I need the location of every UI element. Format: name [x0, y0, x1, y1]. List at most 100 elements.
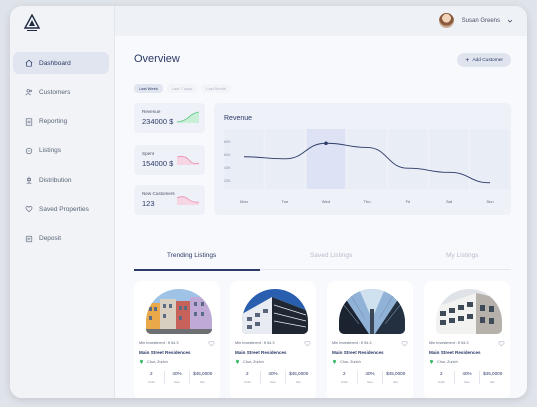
stat-label: Revenue: [142, 109, 161, 114]
listing-metrics: 2 Units 40% Gen $45,0000 Etc: [429, 371, 505, 384]
metric-units: 2 Units: [429, 371, 455, 384]
sidebar-item-listings[interactable]: Listings: [13, 140, 109, 162]
sidebar-item-label: Customers: [39, 88, 71, 96]
sidebar-item-customers[interactable]: Customers: [13, 81, 109, 103]
page-title: Overview: [134, 53, 180, 65]
revenue-line-chart: 80K 60K 40K 20K Mon Tue Wed Thu Fri Sat Sun: [224, 129, 510, 204]
sidebar-item-saved-properties[interactable]: Saved Properties: [13, 198, 109, 220]
metric-value: $45,0000: [483, 371, 503, 376]
active-tab-indicator: [134, 268, 260, 271]
metric-etc: $45,0000 Etc: [190, 371, 215, 384]
listing-metrics: 2 Units 40% Gen $45,0000 Etc: [235, 371, 311, 384]
metric-label: Etc: [393, 380, 398, 384]
heart-icon[interactable]: [208, 340, 215, 347]
metric-gen: 40% Gen: [358, 371, 384, 384]
app-window: Dashboard Customers Reporting Listings D…: [10, 6, 527, 398]
user-menu[interactable]: Susan Greens: [438, 13, 513, 28]
metric-label: Etc: [296, 380, 301, 384]
logo-icon[interactable]: [23, 13, 41, 32]
listing-name: Main Street Residences: [429, 350, 481, 355]
sidebar-item-deposit[interactable]: Deposit: [13, 228, 109, 250]
listing-metrics: 2 Units 40% Gen $45,0000 Etc: [139, 371, 215, 384]
add-customer-button[interactable]: + Add Customer: [457, 53, 511, 67]
y-tick-label: 80K: [224, 140, 231, 144]
y-tick-label: 40K: [224, 166, 231, 170]
listing-location: Chur, Zurich: [139, 359, 168, 364]
filter-last-week[interactable]: Last Week: [134, 84, 163, 93]
heart-icon[interactable]: [304, 340, 311, 347]
location-pin-icon: [235, 359, 240, 364]
date-filters: Last Week Last 7 days Last Month: [134, 84, 232, 93]
plus-icon: +: [465, 56, 470, 64]
min-investment: Min Investment : ¥ 54.3: [235, 341, 275, 345]
avatar[interactable]: [438, 13, 454, 28]
metric-label: Gen: [270, 380, 276, 384]
heart-icon[interactable]: [401, 340, 408, 347]
tab-saved-listings[interactable]: Saved Listings: [310, 252, 352, 259]
property-photo: [146, 289, 212, 334]
metric-value: 2: [246, 371, 249, 376]
tab-my-listings[interactable]: My Listings: [446, 252, 479, 259]
metric-label: Etc: [200, 380, 205, 384]
top-bar: Susan Greens: [115, 6, 527, 36]
trend-down-icon: [177, 196, 199, 205]
listing-metrics: 2 Units 40% Gen $45,0000 Etc: [332, 371, 408, 384]
listing-location: Chur, Zurich: [235, 359, 264, 364]
location-pin-icon: [332, 359, 337, 364]
metric-units: 2 Units: [139, 371, 165, 384]
property-photo: [242, 289, 308, 334]
metric-value: 40%: [365, 371, 375, 376]
metric-label: Gen: [464, 380, 470, 384]
sidebar-item-dashboard[interactable]: Dashboard: [13, 52, 109, 74]
location-text: Chur, Zurich: [243, 359, 264, 364]
distribution-icon: [25, 176, 33, 184]
y-tick-label: 20K: [224, 179, 231, 183]
stat-value: 123: [142, 199, 155, 208]
sidebar-item-label: Distribution: [39, 176, 72, 184]
listing-name: Main Street Residences: [235, 350, 287, 355]
metric-value: 2: [150, 371, 153, 376]
sidebar-item-distribution[interactable]: Distribution: [13, 169, 109, 191]
listing-location: Chur, Zurich: [332, 359, 361, 364]
filter-last-7-days[interactable]: Last 7 days: [166, 84, 198, 93]
listing-card[interactable]: Min Investment : ¥ 54.3 Main Street Resi…: [230, 281, 316, 398]
listing-location: Chur, Zurich: [429, 359, 458, 364]
metric-label: Gen: [174, 380, 180, 384]
chevron-down-icon[interactable]: [507, 18, 513, 24]
metric-value: $45,0000: [289, 371, 309, 376]
metric-value: 40%: [462, 371, 472, 376]
column-band: [388, 129, 428, 189]
metric-value: 40%: [172, 371, 182, 376]
listing-card[interactable]: Min Investment : ¥ 54.3 Main Street Resi…: [327, 281, 413, 398]
listing-name: Main Street Residences: [332, 350, 384, 355]
location-pin-icon: [139, 359, 144, 364]
user-name: Susan Greens: [461, 17, 500, 24]
property-photo: [436, 289, 502, 334]
location-pin-icon: [429, 359, 434, 364]
metric-label: Units: [243, 380, 251, 384]
heart-icon[interactable]: [498, 340, 505, 347]
stat-value: 234000 $: [142, 117, 174, 126]
trend-up-icon: [177, 111, 199, 123]
sidebar-item-label: Listings: [39, 147, 62, 155]
x-tick-label: Thu: [364, 199, 371, 204]
listing-card[interactable]: Min Investment : ¥ 54.3 Main Street Resi…: [134, 281, 220, 398]
stat-value: 154000 $: [142, 159, 174, 168]
stat-card-spent: Spent 154000 $: [134, 145, 205, 175]
filter-last-month[interactable]: Last Month: [201, 84, 232, 93]
home-icon: [25, 59, 33, 67]
property-photo: [339, 289, 405, 334]
heart-icon: [25, 205, 33, 213]
metric-etc: $45,0000 Etc: [286, 371, 311, 384]
min-investment: Min Investment : ¥ 54.3: [332, 341, 372, 345]
listing-card[interactable]: Min Investment : ¥ 54.3 Main Street Resi…: [424, 281, 510, 398]
sidebar-item-reporting[interactable]: Reporting: [13, 111, 109, 133]
tab-trending-listings[interactable]: Trending Listings: [167, 252, 216, 259]
x-tick-label: Sat: [446, 199, 453, 204]
metric-label: Etc: [490, 380, 495, 384]
listing-tabs: Trending Listings Saved Listings My List…: [134, 246, 511, 271]
report-icon: [25, 118, 33, 126]
data-point[interactable]: [324, 141, 328, 146]
sidebar-item-label: Reporting: [39, 118, 68, 126]
metric-etc: $45,0000 Etc: [383, 371, 408, 384]
